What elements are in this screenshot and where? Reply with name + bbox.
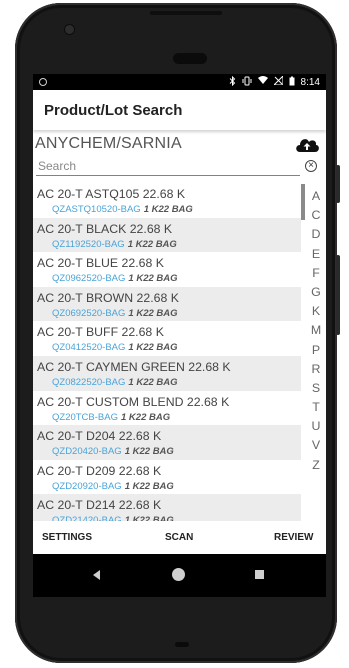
bluetooth-icon [229,75,236,89]
product-title: AC 20-T D214 22.68 K [37,498,162,513]
list-item[interactable]: AC 20-T D209 22.68 K QZD20920-BAG 1 K22 BA… [33,460,301,495]
top-grille [150,11,222,15]
product-subline: QZ0692520-BAG 1 K22 BAG [37,308,301,319]
status-icons: 8:14 [229,74,320,89]
product-title: AC 20-T ASTQ105 22.68 K [37,187,186,201]
search-row: × [33,157,326,179]
alphabet-letter[interactable]: G [309,283,323,302]
product-qty: 1 K22 BAG [128,273,178,285]
product-title: AC 20-T D204 22.68 K [37,429,162,444]
power-button [336,165,340,203]
status-bar: 8:14 [33,74,326,90]
product-qty: 1 K22 BAG [128,307,178,319]
alphabet-letter[interactable]: A [309,187,323,206]
product-subline: QZ0822520-BAG 1 K22 BAG [37,377,301,388]
home-icon[interactable] [172,568,185,581]
product-title: AC 20-T BUFF 22.68 K [37,325,164,340]
site-row: ANYCHEM/SARNIA [33,130,326,157]
alphabet-letter[interactable]: C [309,206,323,225]
notification-icon [39,78,47,86]
product-qty: 1 K22 BAG [121,411,171,423]
product-subline: QZD20420-BAG 1 K22 BAG [37,446,301,457]
alphabet-letter[interactable]: D [309,225,323,244]
product-list[interactable]: AC 20-T ASTQ105 22.68 K QZASTQ10520-BAG 1 … [33,183,301,521]
product-code: QZ0692520-BAG [52,307,126,319]
alphabet-letter[interactable]: U [309,417,323,436]
search-input[interactable] [36,157,300,176]
product-title: AC 20-T BLACK 22.68 K [37,221,173,236]
review-button[interactable]: REVIEW [274,532,313,543]
alphabet-letter[interactable]: S [309,379,323,398]
bottom-microphone [175,642,189,647]
product-qty: 1 K22 BAG [128,376,178,388]
alphabet-letter[interactable]: F [309,264,323,283]
product-title: AC 20-T CAYMEN GREEN 22.68 K [37,359,231,374]
product-code: QZ20TCB-BAG [52,411,118,423]
product-title: AC 20-T CUSTOM BLEND 22.68 K [37,394,230,409]
app-bar: Product/Lot Search [33,90,326,130]
alphabet-letter[interactable]: R [309,360,323,379]
clock: 8:14 [300,76,320,88]
product-title: AC 20-T D209 22.68 K [37,463,162,478]
list-item[interactable]: AC 20-T BUFF 22.68 K QZ0412520-BAG 1 K22 B… [33,321,301,356]
page-title: Product/Lot Search [44,101,183,119]
alphabet-letter[interactable]: Z [309,456,323,475]
product-code: QZ1192520-BAG [52,238,125,250]
alphabet-letter[interactable]: E [309,245,323,264]
scrollbar-thumb[interactable] [301,184,305,220]
product-title: AC 20-T BLUE 22.68 K [37,256,164,271]
alphabet-index[interactable]: ACDEFGKMPRSTUVZ [309,187,323,475]
product-subline: QZD20920-BAG 1 K22 BAG [37,481,301,492]
system-nav-bar [33,554,326,597]
alphabet-letter[interactable]: K [309,302,323,321]
product-qty: 1 K22 BAG [127,238,177,250]
product-title: AC 20-T BROWN 22.68 K [37,290,179,305]
product-subline: QZ0412520-BAG 1 K22 BAG [37,342,301,353]
settings-button[interactable]: SETTINGS [42,532,92,543]
wifi-icon [257,76,268,88]
list-item[interactable]: AC 20-T ASTQ105 22.68 K QZASTQ10520-BAG 1 … [33,183,301,218]
alphabet-letter[interactable]: M [309,321,323,340]
list-item[interactable]: AC 20-T CUSTOM BLEND 22.68 K QZ20TCB-BAG 1… [33,391,301,426]
list-item[interactable]: AC 20-T D214 22.68 K QZD21420-BAG 1 K22 BA… [33,494,301,521]
cloud-upload-icon[interactable] [294,134,320,154]
signal-icon [272,74,284,88]
recent-apps-icon[interactable] [255,570,264,579]
site-name: ANYCHEM/SARNIA [35,134,182,152]
scan-button[interactable]: SCAN [165,532,193,543]
clear-search-icon[interactable]: × [305,160,317,172]
product-subline: QZ1192520-BAG 1 K22 BAG [37,239,301,250]
product-code: QZD20920-BAG [52,480,122,492]
product-code: QZ0412520-BAG [52,342,126,354]
battery-icon [289,76,295,89]
product-qty: 1 K22 BAG [143,204,193,215]
product-code: QZD20420-BAG [52,446,122,458]
vibrate-icon [242,76,252,89]
product-code: QZ0962520-BAG [52,273,126,285]
alphabet-letter[interactable]: P [309,341,323,360]
list-item[interactable]: AC 20-T CAYMEN GREEN 22.68 K QZ0822520-BA… [33,355,301,391]
list-item[interactable]: AC 20-T BLACK 22.68 K QZ1192520-BAG 1 K22 … [33,217,301,253]
front-camera [65,25,74,34]
list-item[interactable]: AC 20-T BLUE 22.68 K QZ0962520-BAG 1 K22 B… [33,252,301,287]
volume-button [336,255,340,335]
product-subline: QZ20TCB-BAG 1 K22 BAG [37,412,301,423]
product-qty: 1 K22 BAG [124,480,174,492]
back-icon[interactable] [93,570,100,580]
earpiece-speaker [173,53,207,64]
list-item[interactable]: AC 20-T D204 22.68 K QZD20420-BAG 1 K22 BA… [33,425,301,460]
product-qty: 1 K22 BAG [124,446,174,458]
bottom-action-bar: SETTINGS SCAN REVIEW [33,521,326,554]
product-subline: QZ0962520-BAG 1 K22 BAG [37,273,301,284]
alphabet-letter[interactable]: V [309,436,323,455]
product-code: QZASTQ10520-BAG [52,204,141,215]
product-qty: 1 K22 BAG [128,342,178,354]
product-code: QZ0822520-BAG [52,376,126,388]
screen: 8:14 Product/Lot Search ANYCHEM/SARNIA ×… [33,74,326,597]
alphabet-letter[interactable]: T [309,398,323,417]
product-subline: QZASTQ10520-BAG 1 K22 BAG [37,204,301,215]
list-item[interactable]: AC 20-T BROWN 22.68 K QZ0692520-BAG 1 K22 … [33,286,301,322]
